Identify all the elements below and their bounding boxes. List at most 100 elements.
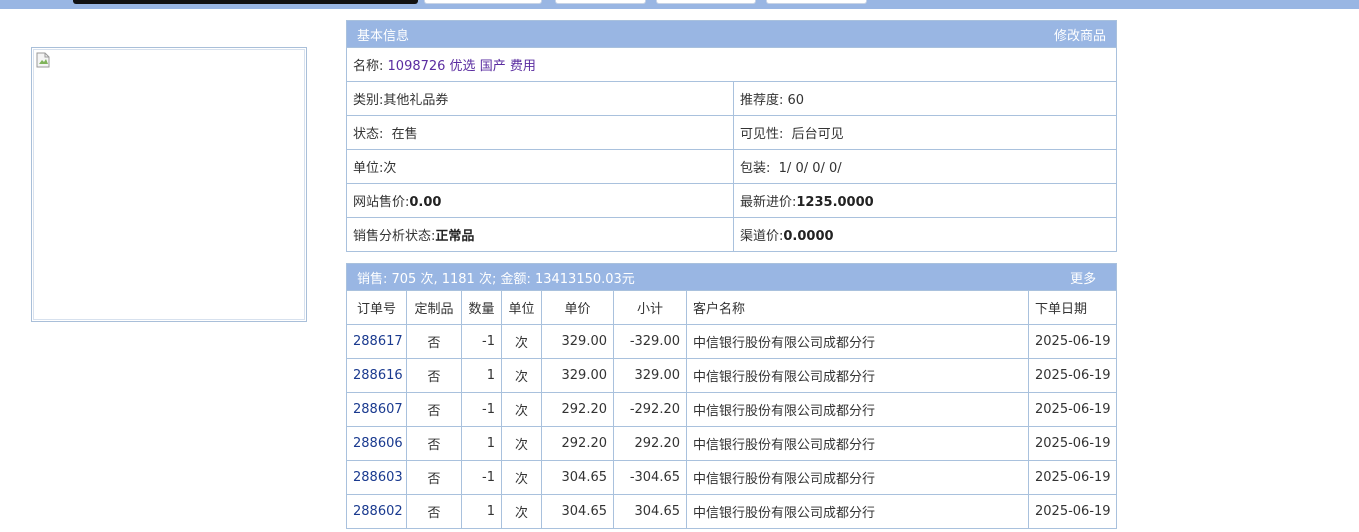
unit-cell: 次 — [501, 358, 542, 393]
subtotal-cell: 292.20 — [613, 426, 687, 461]
unit-cell: 次 — [501, 324, 542, 359]
col-custom: 定制品 — [406, 290, 462, 325]
order-link[interactable]: 288616 — [353, 368, 403, 383]
toolbar-button-1[interactable] — [424, 0, 542, 4]
unit-price-cell: 304.65 — [541, 460, 614, 495]
latest-purchase-label: 最新进价: — [740, 195, 797, 210]
table-row: 288607 否 -1 次 292.20 -292.20 中信银行股份有限公司成… — [346, 392, 1118, 427]
search-input[interactable] — [73, 0, 418, 4]
col-subtotal: 小计 — [613, 290, 687, 325]
qty-cell: 1 — [461, 426, 502, 461]
basic-info-header: 基本信息 修改商品 — [346, 20, 1117, 48]
package-value: 1/ 0/ 0/ 0/ — [778, 161, 842, 176]
date-cell: 2025-06-19 — [1027, 392, 1118, 427]
unit-price-cell: 292.20 — [541, 392, 614, 427]
table-row: 288602 否 1 次 304.65 304.65 中信银行股份有限公司成都分… — [346, 494, 1118, 529]
web-price-cell: 网站售价:0.00 — [346, 183, 734, 218]
toolbar-button-3[interactable] — [656, 0, 756, 4]
product-image — [31, 47, 307, 322]
sales-status-value: 正常品 — [435, 229, 475, 244]
table-row: 288606 否 1 次 292.20 292.20 中信银行股份有限公司成都分… — [346, 426, 1118, 461]
sales-status-cell: 销售分析状态:正常品 — [346, 217, 734, 252]
col-order-no: 订单号 — [346, 290, 407, 325]
unit-cell: 次 — [501, 426, 542, 461]
name-value: 1098726 优选 国产 费用 — [387, 59, 536, 74]
status-value: 在售 — [391, 127, 418, 142]
toolbar-button-4[interactable] — [766, 0, 867, 4]
table-row: 288617 否 -1 次 329.00 -329.00 中信银行股份有限公司成… — [346, 324, 1118, 359]
customer-cell: 中信银行股份有限公司成都分行 — [686, 460, 1029, 495]
subtotal-cell: 329.00 — [613, 358, 687, 393]
unit-cell: 次 — [501, 392, 542, 427]
qty-cell: 1 — [461, 494, 502, 529]
recommend-value: 60 — [787, 93, 805, 108]
name-label: 名称: — [353, 59, 384, 74]
subtotal-cell: -292.20 — [613, 392, 687, 427]
date-cell: 2025-06-19 — [1027, 426, 1118, 461]
subtotal-cell: -329.00 — [613, 324, 687, 359]
unit-label: 单位: — [353, 161, 384, 176]
basic-info-table: 基本信息 修改商品 名称: 1098726 优选 国产 费用 类别:其他礼品券 … — [346, 20, 1117, 252]
custom-cell: 否 — [406, 358, 462, 393]
edit-product-link[interactable]: 修改商品 — [1054, 25, 1106, 44]
order-link[interactable]: 288617 — [353, 334, 403, 349]
table-row: 288603 否 -1 次 304.65 -304.65 中信银行股份有限公司成… — [346, 460, 1118, 495]
unit-value: 次 — [383, 161, 397, 176]
latest-purchase-value: 1235.0000 — [796, 195, 874, 210]
more-link[interactable]: 更多 — [1070, 268, 1096, 287]
sales-status-label: 销售分析状态: — [353, 229, 436, 244]
customer-cell: 中信银行股份有限公司成都分行 — [686, 426, 1029, 461]
unit-price-cell: 329.00 — [541, 358, 614, 393]
col-unit-price: 单价 — [541, 290, 614, 325]
custom-cell: 否 — [406, 426, 462, 461]
custom-cell: 否 — [406, 494, 462, 529]
category-value: 其他礼品券 — [383, 93, 449, 108]
qty-cell: -1 — [461, 460, 502, 495]
package-cell: 包装: 1/ 0/ 0/ 0/ — [733, 149, 1117, 184]
web-price-label: 网站售价: — [353, 195, 410, 210]
col-unit: 单位 — [501, 290, 542, 325]
date-cell: 2025-06-19 — [1027, 494, 1118, 529]
toolbar-button-2[interactable] — [555, 0, 646, 4]
customer-cell: 中信银行股份有限公司成都分行 — [686, 324, 1029, 359]
sales-column-headers: 订单号 定制品 数量 单位 单价 小计 客户名称 下单日期 — [346, 290, 1118, 325]
visibility-value: 后台可见 — [791, 127, 844, 142]
visibility-label: 可见性: — [740, 127, 784, 142]
custom-cell: 否 — [406, 392, 462, 427]
package-label: 包装: — [740, 161, 771, 176]
web-price-value: 0.00 — [409, 195, 442, 210]
name-cell: 名称: 1098726 优选 国产 费用 — [346, 47, 1117, 82]
category-label: 类别: — [353, 93, 384, 108]
date-cell: 2025-06-19 — [1027, 460, 1118, 495]
recommend-label: 推荐度: — [740, 93, 784, 108]
visibility-cell: 可见性: 后台可见 — [733, 115, 1117, 150]
unit-cell: 次 — [501, 494, 542, 529]
qty-cell: -1 — [461, 392, 502, 427]
sales-summary: 销售: 705 次, 1181 次; 金额: 13413150.03元 — [357, 271, 635, 287]
latest-purchase-cell: 最新进价:1235.0000 — [733, 183, 1117, 218]
unit-cell: 次 — [501, 460, 542, 495]
unit-price-cell: 329.00 — [541, 324, 614, 359]
col-customer: 客户名称 — [686, 290, 1029, 325]
unit-price-cell: 304.65 — [541, 494, 614, 529]
table-row: 288616 否 1 次 329.00 329.00 中信银行股份有限公司成都分… — [346, 358, 1118, 393]
basic-info-title: 基本信息 — [357, 28, 410, 44]
custom-cell: 否 — [406, 324, 462, 359]
custom-cell: 否 — [406, 460, 462, 495]
unit-cell: 单位:次 — [346, 149, 734, 184]
qty-cell: -1 — [461, 324, 502, 359]
order-link[interactable]: 288602 — [353, 504, 403, 519]
col-qty: 数量 — [461, 290, 502, 325]
subtotal-cell: -304.65 — [613, 460, 687, 495]
col-order-date: 下单日期 — [1027, 290, 1118, 325]
order-link[interactable]: 288603 — [353, 470, 403, 485]
status-cell: 状态: 在售 — [346, 115, 734, 150]
status-label: 状态: — [353, 127, 384, 142]
channel-price-cell: 渠道价:0.0000 — [733, 217, 1117, 252]
order-link[interactable]: 288606 — [353, 436, 403, 451]
date-cell: 2025-06-19 — [1027, 358, 1118, 393]
order-link[interactable]: 288607 — [353, 402, 403, 417]
customer-cell: 中信银行股份有限公司成都分行 — [686, 392, 1029, 427]
category-cell: 类别:其他礼品券 — [346, 81, 734, 116]
recommend-cell: 推荐度: 60 — [733, 81, 1117, 116]
